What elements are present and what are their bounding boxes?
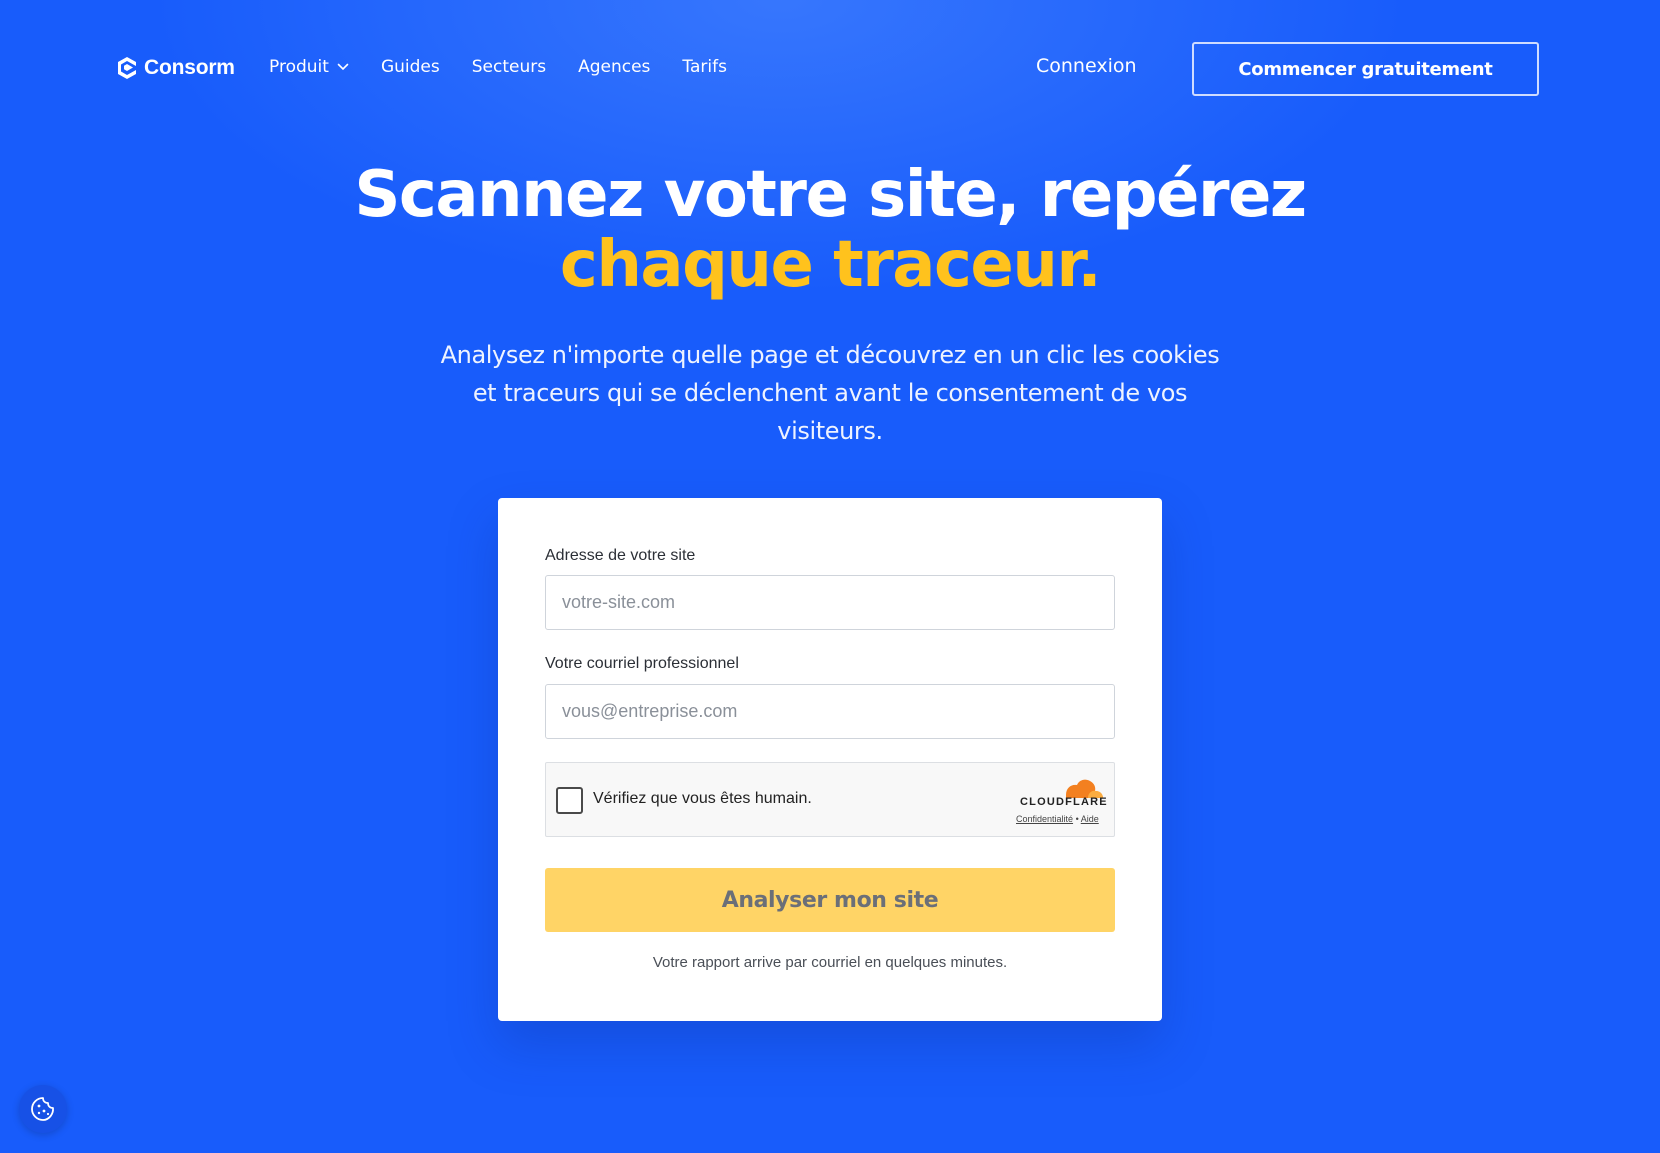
chevron-down-icon [337,63,349,71]
captcha-links-separator: • [1075,814,1079,824]
analyze-site-button[interactable]: Analyser mon site [545,868,1115,932]
nav-item-label: Tarifs [682,57,727,77]
email-input[interactable] [545,684,1115,739]
report-note: Votre rapport arrive par courriel en que… [652,954,1008,971]
hero-title: Scannez votre site, repérez chaque trace… [0,160,1660,300]
start-free-button[interactable]: Commencer gratuitement [1192,42,1539,96]
captcha-widget: Vérifiez que vous êtes humain. CLOUDFLAR… [545,762,1115,837]
nav-item-produit[interactable]: Produit [269,57,349,77]
nav-links: Produit Guides Secteurs Agences Tarifs [269,57,727,77]
site-url-label: Adresse de votre site [545,547,696,564]
captcha-links: Confidentialité • Aide [1016,814,1099,824]
brand-name: Consorm [144,56,235,79]
nav-item-tarifs[interactable]: Tarifs [682,57,727,77]
consorm-logo-icon [118,57,136,79]
captcha-label: Vérifiez que vous êtes humain. [593,790,812,807]
brand-logo[interactable]: Consorm [118,56,235,80]
nav-item-label: Agences [578,57,651,77]
email-label: Votre courriel professionnel [545,655,739,672]
captcha-privacy-link[interactable]: Confidentialité [1016,814,1073,824]
nav-item-agences[interactable]: Agences [578,57,650,77]
hero-title-highlight: chaque traceur. [559,228,1102,302]
nav-item-label: Secteurs [471,57,547,77]
captcha-help-link[interactable]: Aide [1081,814,1099,824]
nav-item-guides[interactable]: Guides [381,57,440,77]
site-url-input[interactable] [545,575,1115,630]
hero-subtitle: Analysez n'importe quelle page et découv… [440,341,1220,445]
scan-form-card: Adresse de votre site Votre courriel pro… [498,498,1162,1021]
cloudflare-wordmark: CLOUDFLARE [1020,796,1108,808]
top-nav: Consorm Produit Guides Secteurs Agences … [0,0,1660,138]
nav-item-label: Produit [269,57,329,77]
captcha-checkbox[interactable] [556,787,583,814]
page: Consorm Produit Guides Secteurs Agences … [0,0,1660,1153]
hero-title-line1: Scannez votre site, repérez [354,158,1307,232]
nav-item-label: Guides [380,57,440,77]
cookie-settings-button[interactable] [19,1085,67,1133]
login-link[interactable]: Connexion [1036,55,1137,77]
nav-item-secteurs[interactable]: Secteurs [472,57,546,77]
cookie-icon [31,1097,54,1121]
